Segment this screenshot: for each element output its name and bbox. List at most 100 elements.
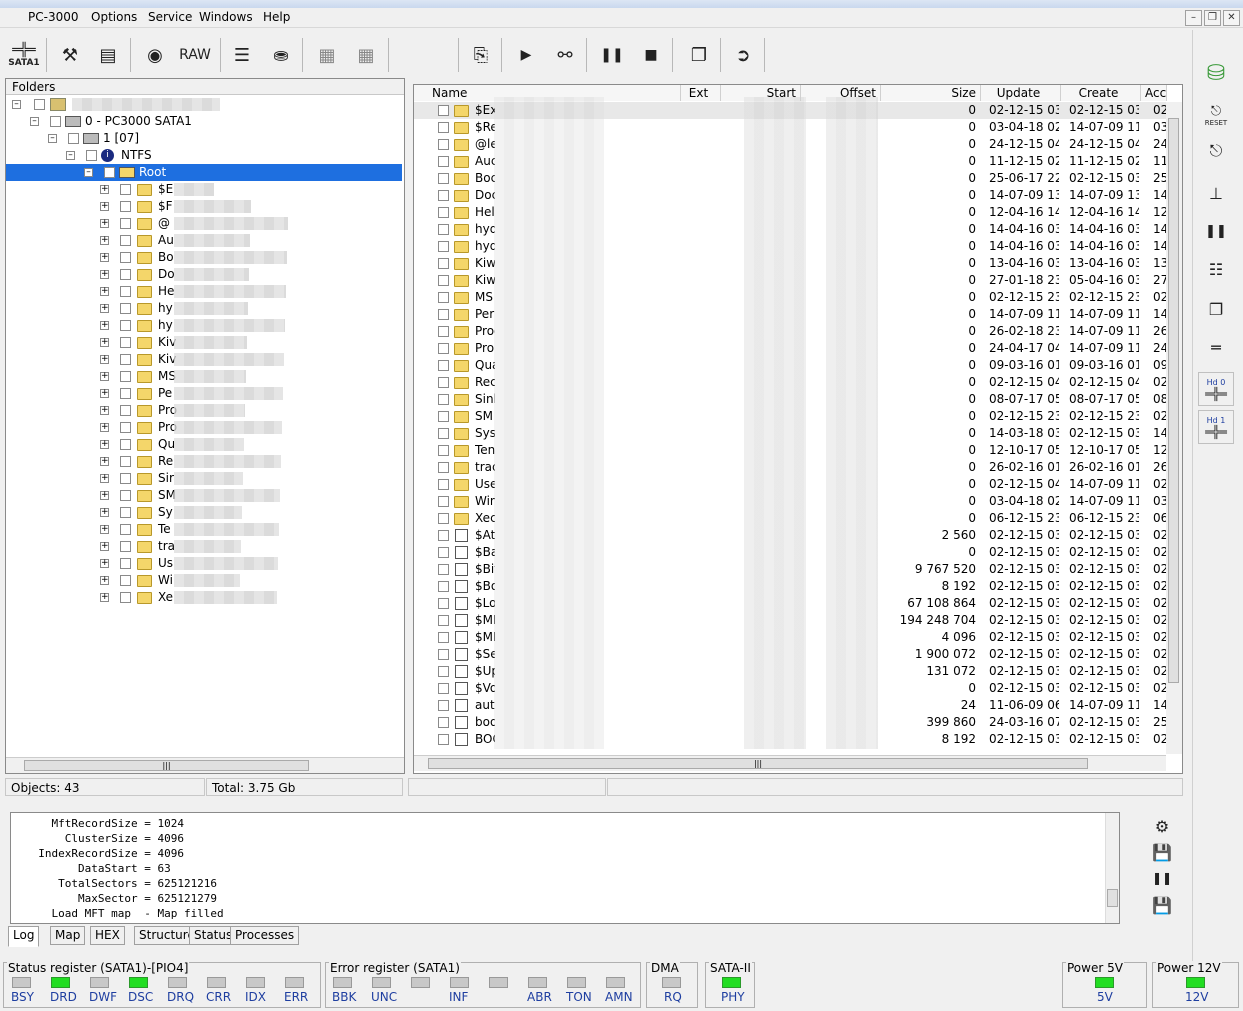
expand-icon[interactable]: +: [100, 219, 109, 228]
file-checkbox[interactable]: [438, 649, 449, 660]
tree-checkbox[interactable]: [120, 541, 131, 552]
tree-folder-item[interactable]: + Kiv: [6, 351, 402, 368]
tree-checkbox[interactable]: [68, 133, 79, 144]
tree-folder-item[interactable]: + Sy: [6, 504, 402, 521]
tree-checkbox[interactable]: [120, 218, 131, 229]
tree-checkbox[interactable]: [120, 286, 131, 297]
tree-folder-item[interactable]: + @: [6, 215, 402, 232]
tree-folder-item[interactable]: + Pe: [6, 385, 402, 402]
log-export-icon[interactable]: 💾: [1148, 893, 1176, 917]
tree-checkbox[interactable]: [120, 184, 131, 195]
file-checkbox[interactable]: [438, 343, 449, 354]
file-checkbox[interactable]: [438, 632, 449, 643]
export-icon[interactable]: ⎘: [463, 38, 499, 72]
col-acc[interactable]: Acc: [1141, 85, 1167, 101]
file-checkbox[interactable]: [438, 275, 449, 286]
expand-icon[interactable]: +: [100, 321, 109, 330]
tree-folder-item[interactable]: + hy: [6, 317, 402, 334]
tree-checkbox[interactable]: [120, 422, 131, 433]
hdd-connect-icon[interactable]: ⊥: [1198, 176, 1234, 210]
file-checkbox[interactable]: [438, 105, 449, 116]
exit-icon[interactable]: ➲: [725, 38, 761, 72]
tree-node-root-folder[interactable]: – Root: [6, 164, 402, 181]
file-checkbox[interactable]: [438, 513, 449, 524]
tree-folder-item[interactable]: + Us: [6, 555, 402, 572]
col-size[interactable]: Size: [881, 85, 981, 101]
tree-checkbox[interactable]: [120, 405, 131, 416]
network-icon[interactable]: ⚯: [547, 38, 583, 72]
minimize-button[interactable]: –: [1185, 10, 1202, 26]
sector-map-icon[interactable]: ☷: [1198, 252, 1234, 286]
play-icon[interactable]: ▶: [508, 38, 544, 72]
menu-windows[interactable]: Windows: [199, 10, 253, 24]
collapse-icon[interactable]: –: [84, 168, 93, 177]
connector-icon[interactable]: ═: [1198, 330, 1234, 364]
tree-checkbox[interactable]: [120, 388, 131, 399]
expand-icon[interactable]: +: [100, 423, 109, 432]
file-checkbox[interactable]: [438, 156, 449, 167]
tab-log[interactable]: Log: [8, 926, 40, 947]
expand-icon[interactable]: +: [100, 491, 109, 500]
tree-checkbox[interactable]: [34, 99, 45, 110]
log-vscrollbar[interactable]: [1105, 813, 1119, 923]
copy-windows-icon[interactable]: ❐: [681, 38, 717, 72]
menu-options[interactable]: Options: [91, 10, 137, 24]
file-checkbox[interactable]: [438, 734, 449, 745]
tree-checkbox[interactable]: [120, 269, 131, 280]
tree-folder-item[interactable]: + $F: [6, 198, 402, 215]
expand-icon[interactable]: +: [100, 576, 109, 585]
expand-icon[interactable]: +: [100, 338, 109, 347]
tree-folder-item[interactable]: + Pro: [6, 419, 402, 436]
tree-node-ntfs[interactable]: – i NTFS: [6, 147, 402, 164]
reset-button[interactable]: ⎋ RESET: [1198, 98, 1234, 132]
tree-checkbox[interactable]: [120, 439, 131, 450]
file-checkbox[interactable]: [438, 700, 449, 711]
spindle-icon[interactable]: ⎋: [1198, 134, 1234, 168]
file-checkbox[interactable]: [438, 292, 449, 303]
file-checkbox[interactable]: [438, 615, 449, 626]
file-checkbox[interactable]: [438, 581, 449, 592]
tree-folder-item[interactable]: + $E: [6, 181, 402, 198]
tree-folder-item[interactable]: + Te: [6, 521, 402, 538]
file-checkbox[interactable]: [438, 411, 449, 422]
tree-folder-item[interactable]: + tra: [6, 538, 402, 555]
binoculars-icon[interactable]: ◉: [137, 38, 173, 72]
stop-icon[interactable]: ■: [633, 38, 669, 72]
tree-checkbox[interactable]: [120, 575, 131, 586]
scroll-icon[interactable]: ▤: [90, 38, 126, 72]
file-checkbox[interactable]: [438, 139, 449, 150]
disk-icon[interactable]: ⛂: [263, 38, 299, 72]
tree-folder-item[interactable]: + Kiv: [6, 334, 402, 351]
file-checkbox[interactable]: [438, 258, 449, 269]
sata-port-button[interactable]: ═╬═ SATA1: [6, 38, 42, 72]
tree-checkbox[interactable]: [120, 252, 131, 263]
expand-icon[interactable]: +: [100, 270, 109, 279]
file-checkbox[interactable]: [438, 666, 449, 677]
tree-checkbox[interactable]: [120, 507, 131, 518]
tree-checkbox[interactable]: [120, 592, 131, 603]
hdd-stack-icon[interactable]: ☰: [224, 38, 260, 72]
file-checkbox[interactable]: [438, 360, 449, 371]
expand-icon[interactable]: +: [100, 304, 109, 313]
copy-disk-icon[interactable]: ❐: [1198, 292, 1234, 326]
col-ext[interactable]: Ext: [681, 85, 721, 101]
pause-icon[interactable]: ❚❚: [594, 38, 630, 72]
file-checkbox[interactable]: [438, 479, 449, 490]
tree-checkbox[interactable]: [120, 456, 131, 467]
tree-folder-item[interactable]: + hy: [6, 300, 402, 317]
file-checkbox[interactable]: [438, 564, 449, 575]
tree-checkbox[interactable]: [120, 473, 131, 484]
file-checkbox[interactable]: [438, 428, 449, 439]
expand-icon[interactable]: +: [100, 457, 109, 466]
log-save-icon[interactable]: 💾: [1148, 840, 1176, 864]
file-checkbox[interactable]: [438, 377, 449, 388]
expand-icon[interactable]: +: [100, 508, 109, 517]
file-checkbox[interactable]: [438, 190, 449, 201]
restore-button[interactable]: ❐: [1204, 10, 1221, 26]
log-settings-icon[interactable]: ⚙: [1148, 814, 1176, 838]
tree-checkbox[interactable]: [120, 235, 131, 246]
file-checkbox[interactable]: [438, 309, 449, 320]
files-hscroll-thumb[interactable]: |||: [428, 758, 1088, 769]
file-checkbox[interactable]: [438, 394, 449, 405]
collapse-icon[interactable]: –: [66, 151, 75, 160]
